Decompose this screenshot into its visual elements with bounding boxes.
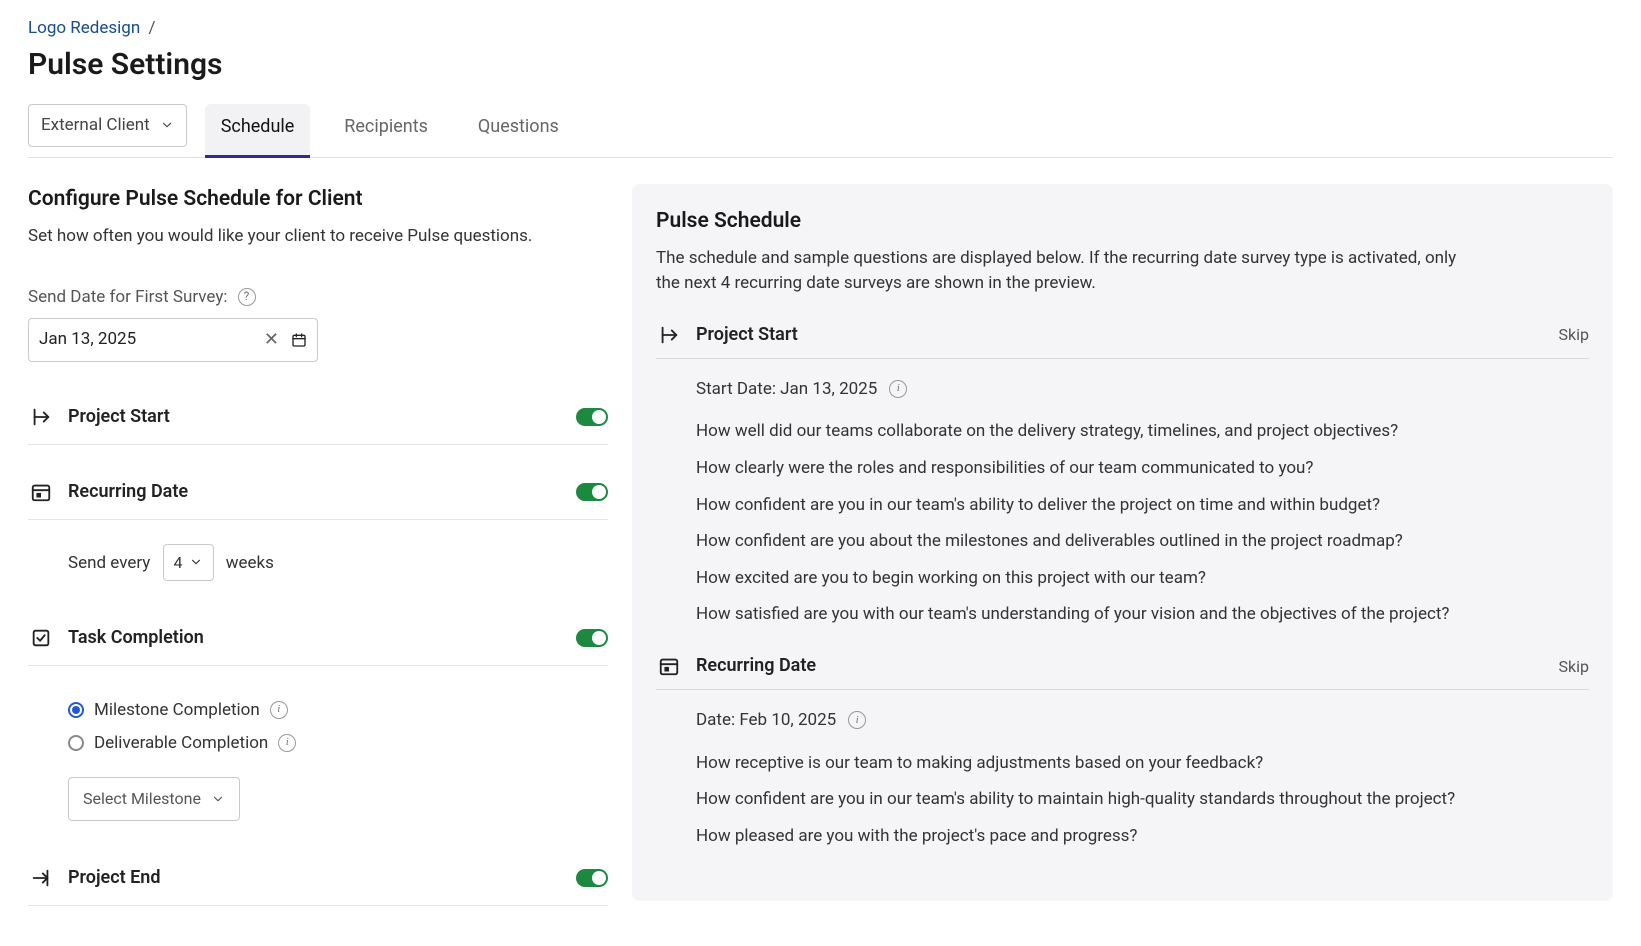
preview-recurring: Recurring Date Skip Date: Feb 10, 2025 i… <box>656 653 1589 849</box>
toggle-project-end: Project End <box>28 851 608 906</box>
toggle-project-end-label: Project End <box>68 865 562 891</box>
calendar-icon[interactable] <box>291 332 307 348</box>
calendar-event-icon <box>28 481 54 503</box>
radio-milestone[interactable] <box>68 702 84 718</box>
question-item: How satisfied are you with our team's un… <box>696 602 1589 627</box>
question-item: How well did our teams collaborate on th… <box>696 419 1589 444</box>
info-icon[interactable]: i <box>270 701 288 719</box>
configure-title: Configure Pulse Schedule for Client <box>28 184 608 214</box>
recurring-suffix: weeks <box>226 553 274 573</box>
task-sub-block: Milestone Completion i Deliverable Compl… <box>28 680 608 830</box>
start-icon <box>28 406 54 428</box>
skip-recurring[interactable]: Skip <box>1559 655 1589 678</box>
tabs-row: External Client Schedule Recipients Ques… <box>28 104 1613 158</box>
help-icon[interactable]: ? <box>238 288 256 306</box>
toggle-recurring: Recurring Date <box>28 465 608 520</box>
client-select-label: External Client <box>41 113 150 138</box>
milestone-select-label: Select Milestone <box>83 787 201 810</box>
chevron-down-icon <box>189 555 203 569</box>
task-icon <box>28 627 54 649</box>
preview-project-start: Project Start Skip Start Date: Jan 13, 2… <box>656 322 1589 628</box>
clear-date-icon[interactable]: ✕ <box>260 327 283 353</box>
question-item: How clearly were the roles and responsib… <box>696 456 1589 481</box>
toggle-recurring-switch[interactable] <box>576 483 608 501</box>
breadcrumb-sep: / <box>148 18 155 38</box>
info-icon[interactable]: i <box>278 734 296 752</box>
breadcrumb-parent[interactable]: Logo Redesign <box>28 18 140 38</box>
send-date-label: Send Date for First Survey: <box>28 285 228 310</box>
question-item: How confident are you in our team's abil… <box>696 493 1589 518</box>
toggle-project-end-switch[interactable] <box>576 869 608 887</box>
tab-recipients[interactable]: Recipients <box>328 104 444 157</box>
preview-recurring-meta: Date: Feb 10, 2025 i <box>696 708 1589 733</box>
preview-project-start-title: Project Start <box>696 322 1545 348</box>
calendar-event-icon <box>656 655 682 677</box>
recurring-interval-value: 4 <box>174 551 183 574</box>
radio-milestone-label: Milestone Completion <box>94 698 260 723</box>
send-date-label-row: Send Date for First Survey: ? <box>28 285 608 310</box>
recurring-interval-select[interactable]: 4 <box>163 544 214 581</box>
info-icon[interactable]: i <box>889 380 907 398</box>
question-item: How receptive is our team to making adju… <box>696 751 1589 776</box>
toggle-recurring-label: Recurring Date <box>68 479 562 505</box>
end-icon <box>28 867 54 889</box>
toggle-project-start: Project Start <box>28 390 608 445</box>
radio-milestone-row[interactable]: Milestone Completion i <box>68 698 608 723</box>
milestone-select[interactable]: Select Milestone <box>68 777 240 820</box>
toggle-project-start-switch[interactable] <box>576 408 608 426</box>
skip-project-start[interactable]: Skip <box>1559 323 1589 346</box>
preview-recurring-head: Recurring Date Skip <box>656 653 1589 690</box>
start-icon <box>656 324 682 346</box>
recurring-interval-row: Send every 4 weeks <box>28 534 608 591</box>
question-item: How excited are you to begin working on … <box>696 566 1589 591</box>
breadcrumb: Logo Redesign / <box>28 16 1613 41</box>
preview-subtitle: The schedule and sample questions are di… <box>656 246 1476 295</box>
preview-title: Pulse Schedule <box>656 206 1589 236</box>
radio-deliverable-label: Deliverable Completion <box>94 731 268 756</box>
preview-project-start-head: Project Start Skip <box>656 322 1589 359</box>
preview-recurring-questions: How receptive is our team to making adju… <box>696 751 1589 849</box>
client-select[interactable]: External Client <box>28 104 187 147</box>
radio-deliverable[interactable] <box>68 735 84 751</box>
question-item: How pleased are you with the project's p… <box>696 824 1589 849</box>
recurring-prefix: Send every <box>68 553 150 573</box>
tab-schedule[interactable]: Schedule <box>205 104 311 157</box>
question-item: How confident are you about the mileston… <box>696 529 1589 554</box>
page-title: Pulse Settings <box>28 43 1613 87</box>
preview-project-start-questions: How well did our teams collaborate on th… <box>696 419 1589 627</box>
toggle-project-start-label: Project Start <box>68 404 562 430</box>
toggle-task-switch[interactable] <box>576 629 608 647</box>
toggle-task-label: Task Completion <box>68 625 562 651</box>
tab-questions[interactable]: Questions <box>462 104 575 157</box>
info-icon[interactable]: i <box>848 711 866 729</box>
preview-project-start-meta: Start Date: Jan 13, 2025 i <box>696 377 1589 402</box>
preview-project-start-date: Start Date: Jan 13, 2025 <box>696 377 877 402</box>
chevron-down-icon <box>160 118 174 132</box>
preview-recurring-title: Recurring Date <box>696 653 1545 679</box>
chevron-down-icon <box>211 792 225 806</box>
preview-panel: Pulse Schedule The schedule and sample q… <box>632 184 1613 901</box>
toggle-task-completion: Task Completion <box>28 611 608 666</box>
preview-recurring-date: Date: Feb 10, 2025 <box>696 708 836 733</box>
configure-panel: Configure Pulse Schedule for Client Set … <box>28 184 608 906</box>
send-date-input[interactable]: Jan 13, 2025 ✕ <box>28 318 318 362</box>
question-item: How confident are you in our team's abil… <box>696 787 1589 812</box>
configure-subtitle: Set how often you would like your client… <box>28 224 608 249</box>
radio-deliverable-row[interactable]: Deliverable Completion i <box>68 731 608 756</box>
send-date-value: Jan 13, 2025 <box>39 327 252 352</box>
